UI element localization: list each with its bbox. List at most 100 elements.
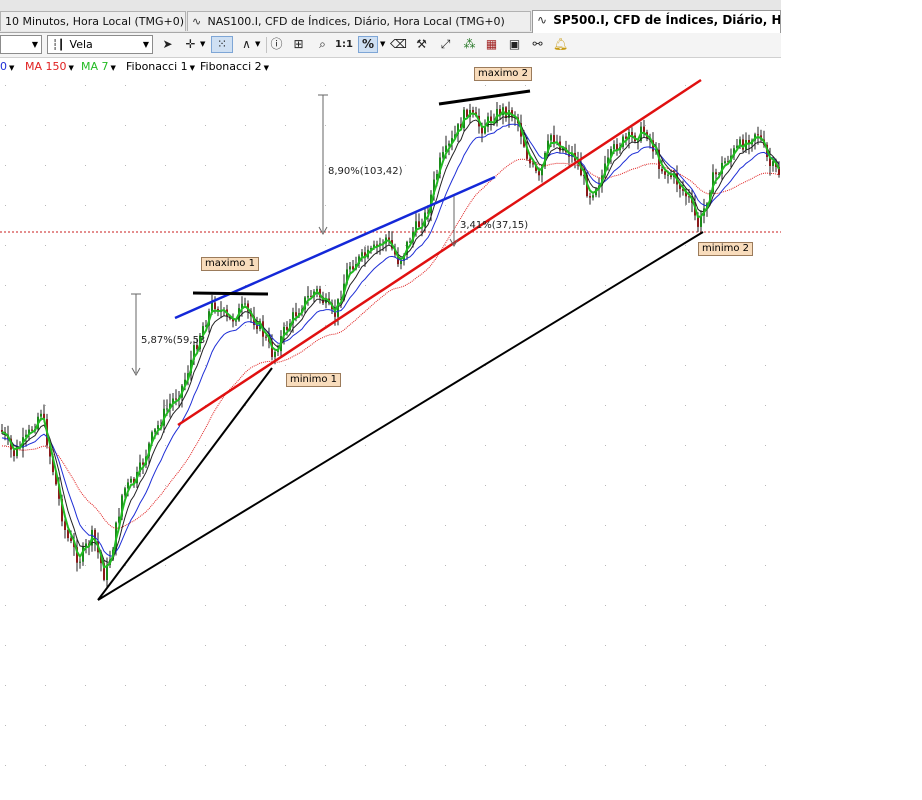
grid-dot [765, 645, 766, 646]
grid-dot [45, 605, 46, 606]
grid-dot [365, 765, 366, 766]
grid-dot [5, 725, 6, 726]
grid-dot [205, 725, 206, 726]
grid-dot [405, 725, 406, 726]
grid-dot [285, 445, 286, 446]
label-minimo-2[interactable]: minimo 2 [698, 242, 754, 256]
grid-dot [765, 405, 766, 406]
maximo-2-line[interactable] [438, 89, 531, 106]
grid-dot [445, 405, 446, 406]
candle-body [667, 174, 669, 176]
grid-dot [45, 85, 46, 86]
grid-dot [605, 685, 606, 686]
grid-dot [165, 605, 166, 606]
grid-dot [45, 445, 46, 446]
grid-dot [365, 725, 366, 726]
grid-dot [85, 565, 86, 566]
grid-dot [325, 245, 326, 246]
grid-dot [285, 365, 286, 366]
grid-dot [325, 765, 326, 766]
candle-body [274, 352, 276, 357]
grid-dot [445, 285, 446, 286]
label-minimo-1[interactable]: minimo 1 [286, 373, 342, 387]
maximo-1-line[interactable] [192, 291, 269, 296]
candle-body [664, 171, 666, 175]
grid-dot [445, 325, 446, 326]
label-maximo-1[interactable]: maximo 1 [201, 257, 259, 271]
grid-dot [365, 85, 366, 86]
grid-dot [605, 765, 606, 766]
grid-dot [485, 405, 486, 406]
price-chart[interactable] [0, 0, 781, 800]
grid-dot [85, 765, 86, 766]
candle-body [265, 336, 267, 338]
grid-dot [605, 645, 606, 646]
grid-dot [525, 205, 526, 206]
grid-dot [5, 205, 6, 206]
channel-trendline[interactable] [177, 78, 702, 427]
grid-dot [205, 245, 206, 246]
grid-dot [445, 245, 446, 246]
grid-dot [125, 125, 126, 126]
measure-3-arrow[interactable] [449, 196, 459, 248]
grid-dot [125, 205, 126, 206]
grid-dot [45, 525, 46, 526]
grid-dot [565, 525, 566, 526]
grid-dot [45, 565, 46, 566]
grid-dot [365, 445, 366, 446]
grid-dot [5, 165, 6, 166]
grid-dot [125, 445, 126, 446]
grid-dot [565, 245, 566, 246]
grid-dot [325, 725, 326, 726]
label-maximo-2[interactable]: maximo 2 [474, 67, 532, 81]
grid-dot [165, 285, 166, 286]
measure-1-arrow[interactable] [131, 293, 141, 377]
grid-dot [165, 525, 166, 526]
grid-dot [5, 765, 6, 766]
grid-dot [405, 365, 406, 366]
grid-dot [325, 605, 326, 606]
grid-dot [645, 565, 646, 566]
grid-dot [605, 445, 606, 446]
grid-dot [365, 405, 366, 406]
support-trendline-long[interactable] [97, 231, 704, 601]
grid-dot [205, 565, 206, 566]
grid-dot [165, 725, 166, 726]
grid-dot [85, 325, 86, 326]
candle-body [235, 320, 237, 322]
candle-body [40, 413, 42, 417]
grid-dot [125, 245, 126, 246]
candle-body [295, 312, 297, 317]
grid-dot [725, 285, 726, 286]
grid-dot [5, 645, 6, 646]
grid-dot [685, 765, 686, 766]
grid-dot [445, 525, 446, 526]
grid-dot [285, 245, 286, 246]
grid-dot [645, 525, 646, 526]
grid-dot [45, 725, 46, 726]
measure-2-arrow[interactable] [318, 94, 328, 236]
grid-dot [365, 205, 366, 206]
grid-dot [325, 365, 326, 366]
grid-dot [285, 645, 286, 646]
grid-dot [765, 165, 766, 166]
grid-dot [365, 605, 366, 606]
grid-dot [525, 685, 526, 686]
grid-dot [325, 525, 326, 526]
grid-dot [325, 325, 326, 326]
grid-dot [205, 765, 206, 766]
grid-dot [85, 125, 86, 126]
ma-blue-line [1, 123, 780, 557]
grid-dot [405, 605, 406, 606]
grid-dot [645, 725, 646, 726]
grid-dot [245, 325, 246, 326]
grid-dot [565, 125, 566, 126]
grid-dot [245, 205, 246, 206]
grid-dot [405, 85, 406, 86]
grid-dot [725, 765, 726, 766]
grid-dot [565, 205, 566, 206]
grid-dot [5, 485, 6, 486]
grid-dot [205, 445, 206, 446]
grid-dot [125, 85, 126, 86]
measure-1-text: 5,87%(59,53 [141, 335, 206, 346]
